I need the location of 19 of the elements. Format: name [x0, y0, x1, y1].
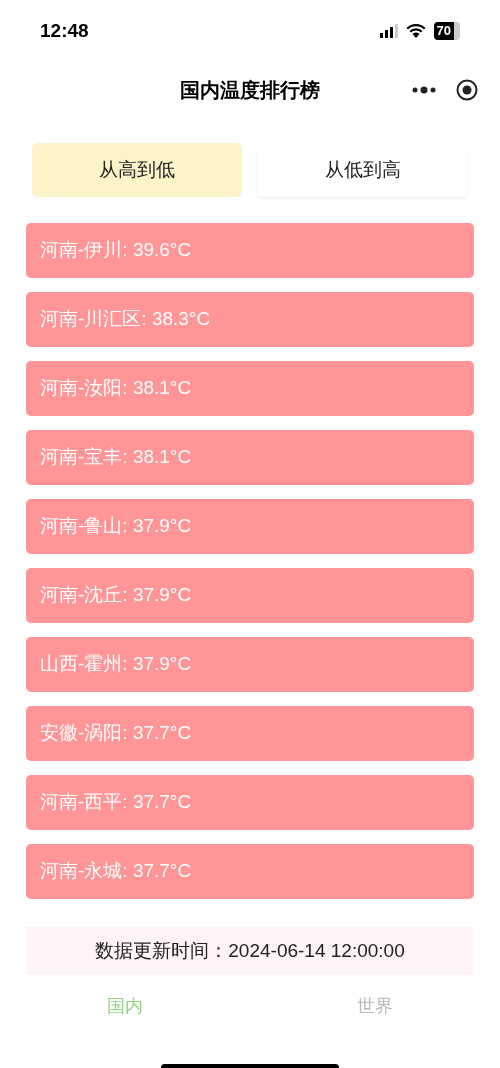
status-time: 12:48	[40, 18, 89, 43]
ranking-item: 河南-川汇区: 38.3°C	[26, 292, 474, 347]
ranking-item: 河南-宝丰: 38.1°C	[26, 430, 474, 485]
ranking-item: 河南-永城: 37.7°C	[26, 844, 474, 899]
ranking-item: 山西-霍州: 37.9°C	[26, 637, 474, 692]
ranking-item: 河南-鲁山: 37.9°C	[26, 499, 474, 554]
sort-tab[interactable]: 从高到低	[32, 143, 242, 197]
ranking-item: 河南-汝阳: 38.1°C	[26, 361, 474, 416]
ranking-item: 安徽-涡阳: 37.7°C	[26, 706, 474, 761]
ranking-item: 河南-伊川: 39.6°C	[26, 223, 474, 278]
more-icon[interactable]	[412, 86, 436, 94]
battery-icon: 70	[433, 22, 460, 40]
ranking-item: 河南-沈丘: 37.9°C	[26, 568, 474, 623]
update-time: 数据更新时间：2024-06-14 12:00:00	[95, 938, 405, 963]
sort-tab[interactable]: 从低到高	[258, 143, 468, 197]
page-title: 国内温度排行榜	[180, 78, 320, 103]
signal-icon	[379, 24, 398, 38]
ranking-item: 河南-西平: 37.7°C	[26, 775, 474, 830]
wifi-icon	[405, 24, 426, 38]
